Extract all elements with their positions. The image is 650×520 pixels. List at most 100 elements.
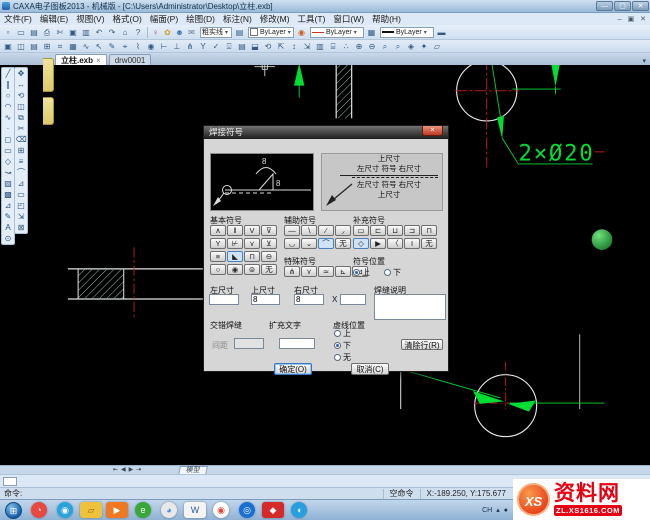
basic-symbol-button[interactable]: ◉ [227, 264, 243, 275]
toolbar-icon[interactable]: ↶ [93, 27, 105, 38]
dim-arrow-topright[interactable] [513, 65, 561, 94]
taskbar-app-icon[interactable]: ◔ [31, 502, 47, 518]
tab-lizhu-exb[interactable]: 立柱.exb× [55, 54, 107, 65]
menu-item[interactable]: 窗口(W) [329, 14, 368, 24]
toolbar-icon[interactable]: ⌖ [119, 41, 131, 52]
symbol-position-option[interactable]: 上 [353, 267, 370, 278]
linetype-combo[interactable]: 粗实线▾ [200, 27, 232, 38]
supp-symbol-button[interactable]: ◇ [353, 238, 369, 249]
toolbar-icon[interactable]: ⊥ [171, 41, 183, 52]
toolbar-mini-icon[interactable]: ✿ [162, 27, 173, 38]
ok-button[interactable]: 确定(O) [274, 363, 312, 375]
modify-tool-icon[interactable]: ◰ [16, 200, 27, 211]
menu-item[interactable]: 帮助(H) [368, 14, 405, 24]
color-wheel-icon[interactable]: ◉ [296, 27, 307, 38]
flange-band[interactable] [68, 269, 221, 299]
aux-symbol-button[interactable]: ⌒ [318, 238, 334, 249]
basic-symbol-button[interactable]: ‖ [227, 225, 243, 236]
weld-arrow-top[interactable] [294, 65, 304, 98]
toolbar-icon[interactable]: ⌸ [327, 41, 339, 52]
menu-item[interactable]: 文件(F) [0, 14, 36, 24]
taskbar-app-icon[interactable]: ◉ [213, 502, 229, 518]
toolbar-icon[interactable]: ⇲ [301, 41, 313, 52]
basic-symbol-button[interactable]: ◣ [227, 251, 243, 262]
menu-item[interactable]: 标注(N) [219, 14, 256, 24]
special-symbol-button[interactable]: ⊾ [335, 266, 351, 277]
draw-tool-icon[interactable]: ▨ [3, 178, 14, 189]
right-dim-input[interactable] [294, 294, 324, 305]
layer-bylayer-combo[interactable]: ByLayer▾ [248, 27, 294, 38]
tab-drw0001[interactable]: drw0001 [109, 54, 152, 65]
layer-icon[interactable]: ▤ [234, 27, 245, 38]
toolbar-icon[interactable]: ✄ [54, 27, 66, 38]
toolbar-icon[interactable]: ▭ [15, 27, 27, 38]
toolbar-icon[interactable]: ⇱ [275, 41, 287, 52]
modify-tool-icon[interactable]: ⌒ [16, 167, 27, 178]
taskbar-app-icon[interactable]: ◖ [291, 502, 307, 518]
toolbar-icon[interactable]: ⟲ [262, 41, 274, 52]
tray-item[interactable]: ▴ [496, 506, 500, 514]
tab-list-caret[interactable]: ▾ [642, 57, 646, 65]
basic-symbol-button[interactable]: V [244, 225, 260, 236]
dim-arrows-bottom[interactable] [473, 391, 605, 412]
toolbar-icon[interactable]: ▱ [431, 41, 443, 52]
tab-close-icon[interactable]: × [96, 56, 101, 65]
dialog-title-bar[interactable]: 焊接符号 × [204, 126, 448, 139]
draw-tool-icon[interactable]: ╱ [3, 68, 14, 79]
supp-symbol-button[interactable]: 〈 [387, 238, 403, 249]
toolbar-mini-icon[interactable]: ☻ [174, 27, 185, 38]
draw-tool-icon[interactable]: ↝ [3, 167, 14, 178]
toolbar-icon[interactable]: Y [197, 41, 209, 52]
taskbar-app-icon[interactable]: ◕ [161, 502, 177, 518]
menu-item[interactable]: 绘图(D) [182, 14, 219, 24]
modify-tool-icon[interactable]: ⊠ [16, 222, 27, 233]
toolbar-icon[interactable]: ↷ [106, 27, 118, 38]
dashed-pos-option[interactable]: 下 [334, 340, 351, 351]
taskbar-app-icon[interactable]: ◆ [262, 502, 284, 518]
dashed-pos-option[interactable]: 上 [334, 328, 351, 339]
toolbar-icon[interactable]: ▫ [2, 27, 14, 38]
dashed-pos-option[interactable]: 无 [334, 352, 351, 363]
menu-item[interactable]: 格式(O) [109, 14, 146, 24]
modify-tool-icon[interactable]: ✥ [16, 68, 27, 79]
modify-tool-icon[interactable]: ⟲ [16, 90, 27, 101]
toolbar-icon[interactable]: ◉ [145, 41, 157, 52]
sheet-nav-arrow[interactable]: ▶ [129, 466, 134, 474]
aux-symbol-button[interactable]: — [284, 225, 300, 236]
supp-symbol-button[interactable]: ▭ [353, 225, 369, 236]
toolbar-icon[interactable]: ⌕ [379, 41, 391, 52]
draw-tool-icon[interactable]: ▭ [3, 145, 14, 156]
modify-tool-icon[interactable]: ▭ [16, 189, 27, 200]
aux-symbol-button[interactable]: 无 [335, 238, 351, 249]
toolbar-icon[interactable]: ▤ [28, 41, 40, 52]
toolbar-icon[interactable]: ✎ [106, 41, 118, 52]
draw-tool-icon[interactable]: ◇ [3, 156, 14, 167]
top-dim-input[interactable] [251, 294, 280, 305]
basic-symbol-button[interactable]: Y [210, 238, 226, 249]
basic-symbol-button[interactable]: ⊜ [244, 264, 260, 275]
draw-tool-icon[interactable]: ✎ [3, 211, 14, 222]
basic-symbol-button[interactable]: ∧ [210, 225, 226, 236]
basic-symbol-button[interactable]: ⋎ [244, 238, 260, 249]
basic-symbol-button[interactable]: ○ [210, 264, 226, 275]
draw-tool-icon[interactable]: ⊿ [3, 200, 14, 211]
draw-tool-icon[interactable]: ∥ [3, 79, 14, 90]
supp-symbol-button[interactable]: ▶ [370, 238, 386, 249]
modify-tool-icon[interactable]: ⊿ [16, 178, 27, 189]
window-control-button[interactable]: ▢ [614, 1, 631, 11]
toolbar-icon[interactable]: ⋔ [184, 41, 196, 52]
modify-tool-icon[interactable]: ◫ [16, 101, 27, 112]
toolbar-icon[interactable]: ∿ [80, 41, 92, 52]
supp-symbol-button[interactable]: ⊔ [387, 225, 403, 236]
draw-tool-icon[interactable]: · [3, 123, 14, 134]
special-symbol-button[interactable]: ≃ [318, 266, 334, 277]
nav-ball-widget[interactable] [592, 229, 613, 250]
menu-item[interactable]: 视图(V) [72, 14, 108, 24]
toolbar-icon[interactable]: ▤ [236, 41, 248, 52]
draw-tool-icon[interactable]: ○ [3, 90, 14, 101]
document-window-controls[interactable]: – ▣ ✕ [618, 15, 648, 23]
toolbar-icon[interactable]: ∴ [340, 41, 352, 52]
taskbar-app-icon[interactable]: ◎ [239, 502, 255, 518]
toolbar-icon[interactable]: ✓ [210, 41, 222, 52]
modify-tool-icon[interactable]: ≡ [16, 156, 27, 167]
